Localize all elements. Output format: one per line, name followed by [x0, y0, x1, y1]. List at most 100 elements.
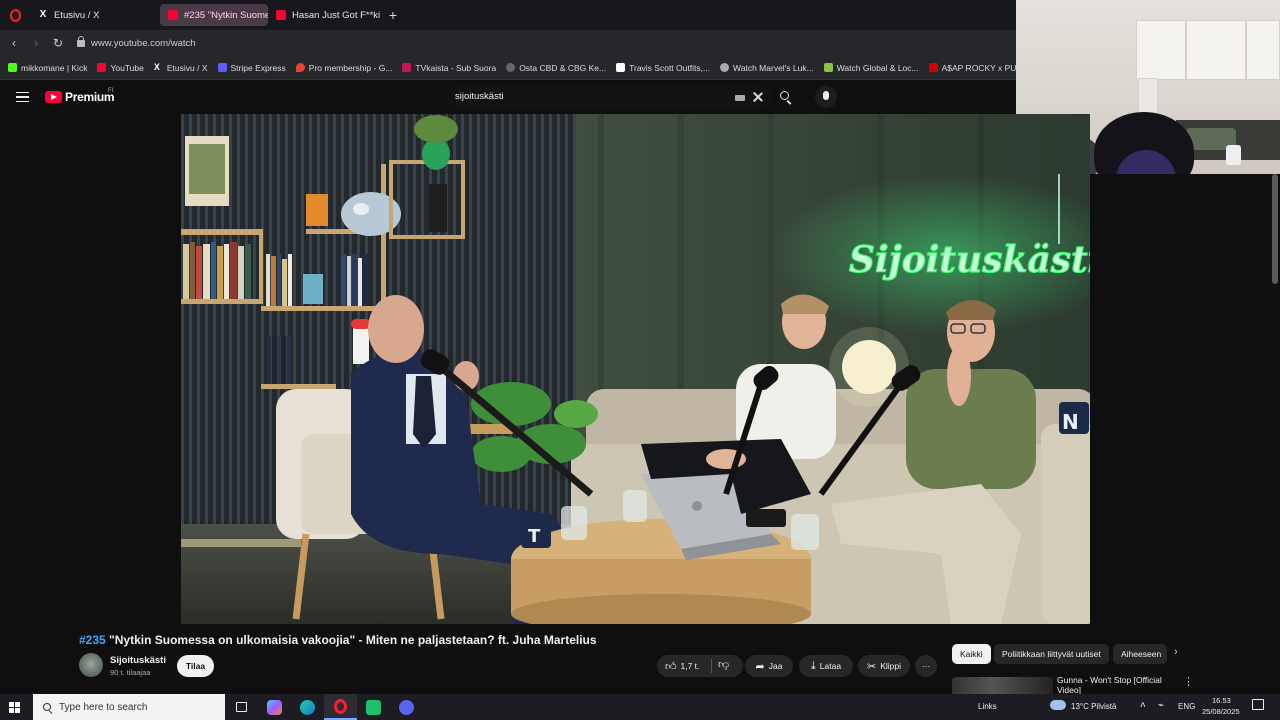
taskbar-search[interactable]: Type here to search — [33, 694, 225, 720]
opera-icon — [334, 698, 347, 714]
marvel-icon — [720, 63, 730, 72]
channel-name[interactable]: Sijoituskästi — [110, 655, 166, 666]
menu-icon[interactable] — [16, 92, 29, 102]
share-button[interactable]: ➦ Jaa — [745, 655, 793, 677]
subscribe-button[interactable]: Tilaa — [177, 655, 214, 677]
network-icon[interactable]: ⌁ — [1158, 700, 1164, 711]
more-actions-button[interactable]: ··· — [915, 655, 937, 677]
download-icon: ⤓ — [810, 659, 816, 672]
bookmark-label: Pro membership - G... — [308, 62, 393, 73]
language-indicator[interactable]: ENG — [1178, 702, 1195, 711]
cloud-icon — [1050, 700, 1066, 710]
youtube-icon — [97, 63, 107, 72]
svg-text:T: T — [528, 526, 541, 547]
video-player[interactable]: T N Sijoituskästi — [181, 114, 1090, 624]
like-dislike-group: 👍︎ 1,7 t. — [657, 655, 743, 677]
search-button[interactable] — [774, 86, 796, 108]
like-divider — [711, 659, 712, 673]
bookmark-item[interactable]: Watch Global & Loc... — [823, 63, 919, 73]
taskbar-app-gameboy[interactable] — [357, 694, 390, 720]
youtube-logo-icon[interactable] — [45, 91, 62, 103]
globe-icon — [506, 63, 516, 72]
search-query: sijoituskästi — [455, 91, 504, 102]
share-label: Jaa — [768, 661, 783, 671]
taskbar-app-opera[interactable] — [324, 694, 357, 720]
windows-taskbar: Type here to search Links 13°C Pilvistä … — [0, 694, 1280, 720]
chip-all[interactable]: Kaikki — [952, 644, 991, 664]
bookmark-item[interactable]: Osta CBD & CBG Ke... — [506, 63, 606, 73]
bookmark-item[interactable]: Watch Marvel's Luk... — [720, 63, 814, 73]
like-count[interactable]: 1,7 t. — [681, 661, 700, 671]
more-icon: ··· — [921, 661, 931, 671]
bookmark-item[interactable]: X Etusivu / X — [154, 63, 208, 73]
download-label: Lataa — [819, 661, 842, 671]
weather-widget[interactable]: 13°C Pilvistä — [1071, 702, 1116, 711]
search-input[interactable]: sijoituskästi — [447, 86, 772, 108]
subscriber-count: 90 t. tilaajaa — [110, 668, 151, 677]
bookmark-item[interactable]: A$AP ROCKY x PU... — [928, 62, 1016, 73]
clear-search-icon[interactable] — [751, 90, 765, 104]
bookmark-item[interactable]: TVkaista - Sub Suora — [402, 63, 496, 73]
bookmark-item[interactable]: Pro membership - G... — [295, 62, 393, 73]
like-icon[interactable]: 👍︎ — [665, 660, 677, 673]
keyboard-icon[interactable] — [735, 95, 745, 101]
bookmark-item[interactable]: YouTube — [97, 62, 144, 73]
x-icon: X — [153, 62, 160, 72]
bookmark-item[interactable]: Travis Scott Outfits,... — [616, 63, 710, 73]
task-view-button[interactable] — [225, 694, 258, 720]
start-button[interactable] — [0, 694, 28, 720]
forward-button[interactable]: › — [25, 32, 47, 54]
bookmark-label: TVkaista - Sub Suora — [415, 62, 497, 73]
opera-menu-icon[interactable] — [0, 0, 30, 30]
taskbar-app-copilot[interactable] — [258, 694, 291, 720]
youtube-icon — [168, 10, 178, 20]
recommended-video-title[interactable]: Gunna - Won't Stop [Official Video] — [1057, 675, 1177, 695]
bookmark-label: A$AP ROCKY x PU... — [941, 62, 1016, 73]
chevron-right-icon[interactable]: › — [1174, 646, 1178, 658]
reload-button[interactable]: ↻ — [47, 32, 69, 54]
voice-search-button[interactable] — [815, 86, 837, 108]
tab-x[interactable]: X Etusivu / X — [30, 4, 160, 26]
bookmark-item[interactable]: mikkomane | Kick — [8, 63, 87, 73]
video-number-hashtag[interactable]: #235 — [79, 633, 106, 647]
url-field[interactable]: www.youtube.com/watch — [91, 38, 196, 49]
discord-icon — [399, 699, 414, 715]
chip-politics-news[interactable]: Poliitikkaan liittyvät uutiset — [994, 644, 1109, 664]
clock-date[interactable]: 25/08/2025 — [1202, 707, 1240, 716]
copilot-icon — [267, 699, 282, 715]
new-tab-button[interactable]: + — [384, 6, 402, 24]
page-scrollbar[interactable] — [1272, 174, 1278, 284]
download-button[interactable]: ⤓ Lataa — [799, 655, 853, 677]
recommended-video-thumbnail[interactable] — [952, 677, 1053, 695]
bookmark-label: Watch Marvel's Luk... — [733, 62, 814, 73]
chevron-up-icon[interactable]: ˄ — [1140, 700, 1146, 711]
bookmark-label: YouTube — [110, 62, 144, 73]
channel-avatar[interactable] — [79, 653, 103, 677]
tvkaista-icon — [402, 63, 412, 72]
scissors-icon: ✂ — [866, 660, 877, 673]
windows-icon — [8, 701, 20, 713]
bookmark-label: Etusivu / X — [166, 62, 208, 73]
taskbar-app-edge[interactable] — [291, 694, 324, 720]
video-frame: T N Sijoituskästi — [181, 114, 1090, 624]
links-toolbar[interactable]: Links — [978, 702, 997, 711]
youtube-premium-logo[interactable]: Premium — [65, 90, 115, 104]
bookmark-item[interactable]: Stripe Express — [217, 63, 286, 73]
address-bar: ‹ › ↻ www.youtube.com/watch — [0, 30, 1016, 56]
clip-button[interactable]: ✂ Klippi — [858, 655, 910, 677]
clock-time[interactable]: 16.53 — [1212, 696, 1231, 705]
dislike-icon[interactable]: 👎︎ — [718, 658, 729, 671]
mic-icon — [823, 91, 829, 100]
tab-youtube-video[interactable]: #235 "Nytkin Suomes — [160, 4, 268, 26]
notification-icon[interactable] — [1252, 699, 1264, 710]
taskbar-app-discord[interactable] — [390, 694, 423, 720]
search-icon — [780, 91, 789, 100]
search-icon — [43, 703, 51, 711]
recommended-video-menu-icon[interactable]: ⋮ — [1183, 675, 1194, 688]
youtube-masthead: Premium FI sijoituskästi — [0, 80, 1016, 114]
neon-sign-text: Sijoituskästi — [849, 239, 1090, 281]
kick-icon — [8, 63, 17, 72]
back-button[interactable]: ‹ — [3, 32, 25, 54]
chip-related[interactable]: Aiheeseen — [1113, 644, 1167, 664]
tab-youtube-hasan[interactable]: Hasan Just Got F**king Ob — [268, 4, 380, 26]
